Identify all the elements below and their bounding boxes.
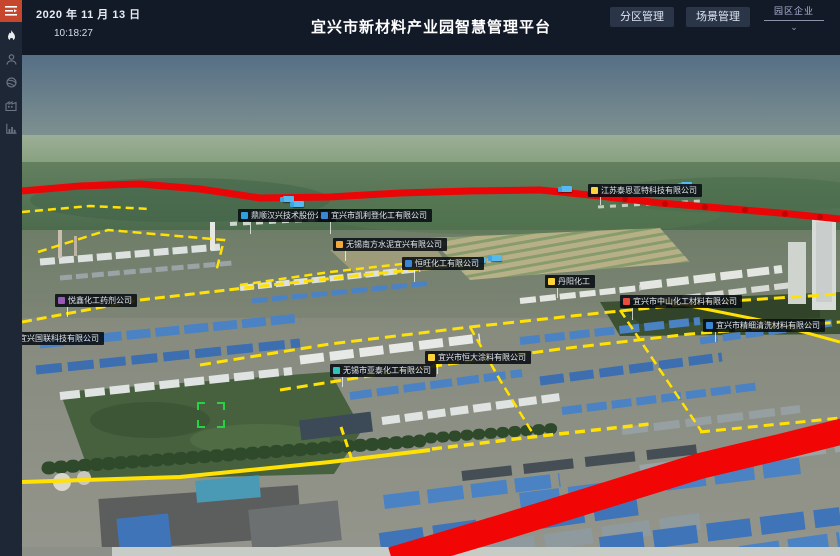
company-marker-icon: [428, 354, 435, 361]
globe-icon: [6, 77, 17, 88]
company-label-text: 无锡南方水泥宜兴有限公司: [346, 239, 442, 250]
park-enterprise-label: 园区企业: [774, 2, 814, 20]
company-label-text: 丹阳化工: [558, 276, 590, 287]
company-label[interactable]: 宜兴市精细清洗材料有限公司: [703, 319, 825, 332]
app-window: 2020 年 11 月 13 日 10:18:27 宜兴市新材料产业园智慧管理平…: [0, 0, 840, 556]
zone-manage-button[interactable]: 分区管理: [610, 7, 674, 27]
sidebar-item-environment[interactable]: [0, 74, 22, 91]
company-label[interactable]: 丹阳化工: [545, 275, 595, 288]
company-label[interactable]: 宜兴市恒大涂料有限公司: [425, 351, 531, 364]
company-label-text: 宜兴市中山化工材料有限公司: [633, 296, 737, 307]
dropdown-underline: [764, 20, 824, 21]
map-3d-viewport[interactable]: 鼎顺汉兴技术股份公司宜兴市凯利登化工有限公司无锡南方水泥宜兴有限公司恒旺化工有限…: [22, 55, 840, 556]
reticle-corner: [217, 402, 225, 410]
company-label[interactable]: 宜兴市中山化工材料有限公司: [620, 295, 742, 308]
label-leader-line: [437, 364, 438, 374]
company-label[interactable]: 无锡市亚泰化工有限公司: [330, 364, 436, 377]
company-label[interactable]: 恒旺化工有限公司: [402, 257, 484, 270]
factory-icon: [5, 100, 17, 111]
company-marker-icon: [333, 367, 340, 374]
label-leader-line: [342, 377, 343, 387]
park-enterprise-dropdown[interactable]: 园区企业 ⌄: [762, 2, 826, 31]
bar-chart-icon: [6, 123, 17, 134]
worker-icon: [6, 54, 17, 65]
reticle-corner: [197, 420, 205, 428]
company-label[interactable]: 无锡南方水泥宜兴有限公司: [333, 238, 447, 251]
company-label[interactable]: 悦鑫化工药剂公司: [55, 294, 137, 307]
company-label-text: 江苏泰恩亚特科技有限公司: [601, 185, 697, 196]
label-leader-line: [632, 308, 633, 320]
header-actions: 分区管理 场景管理 园区企业 ⌄: [610, 0, 826, 55]
label-leader-line: [414, 270, 415, 282]
company-label[interactable]: 宜兴市凯利登化工有限公司: [318, 209, 432, 222]
reticle-corner: [197, 402, 205, 410]
company-marker-icon: [336, 241, 343, 248]
truck-marker[interactable]: [293, 201, 304, 207]
label-leader-line: [715, 332, 716, 342]
company-marker-icon: [321, 212, 328, 219]
label-leader-line: [557, 288, 558, 298]
company-label[interactable]: 江苏泰恩亚特科技有限公司: [588, 184, 702, 197]
company-label-text: 悦鑫化工药剂公司: [68, 295, 132, 306]
company-label-text: 宜兴国联科技有限公司: [19, 333, 99, 344]
label-leader-line: [67, 307, 68, 317]
company-label-text: 宜兴市恒大涂料有限公司: [438, 352, 526, 363]
collapse-menu-icon: [5, 6, 17, 16]
sidebar-item-personnel[interactable]: [0, 51, 22, 68]
label-leader-line: [250, 222, 251, 234]
company-label-text: 恒旺化工有限公司: [415, 258, 479, 269]
company-label-text: 无锡市亚泰化工有限公司: [343, 365, 431, 376]
company-label-text: 宜兴市精细清洗材料有限公司: [716, 320, 820, 331]
flame-icon: [6, 30, 17, 43]
company-marker-icon: [623, 298, 630, 305]
company-marker-icon: [548, 278, 555, 285]
company-marker-icon: [241, 212, 248, 219]
reticle-corner: [217, 420, 225, 428]
focus-reticle: [197, 402, 225, 428]
sidebar: [0, 0, 22, 556]
scene-manage-button[interactable]: 场景管理: [686, 7, 750, 27]
sidebar-item-statistics[interactable]: [0, 120, 22, 137]
chevron-down-icon: ⌄: [790, 23, 798, 31]
company-label-text: 宜兴市凯利登化工有限公司: [331, 210, 427, 221]
sidebar-item-enterprise[interactable]: [0, 97, 22, 114]
truck-marker[interactable]: [561, 186, 572, 192]
company-marker-icon: [591, 187, 598, 194]
top-bar: 2020 年 11 月 13 日 10:18:27 宜兴市新材料产业园智慧管理平…: [22, 0, 840, 55]
label-leader-line: [600, 197, 601, 205]
truck-marker[interactable]: [491, 255, 502, 261]
sidebar-item-fire-monitor[interactable]: [0, 28, 22, 45]
company-marker-icon: [58, 297, 65, 304]
label-leader-line: [330, 222, 331, 234]
company-marker-icon: [706, 322, 713, 329]
company-marker-icon: [405, 260, 412, 267]
label-leader-line: [345, 251, 346, 261]
menu-toggle-button[interactable]: [0, 0, 22, 22]
